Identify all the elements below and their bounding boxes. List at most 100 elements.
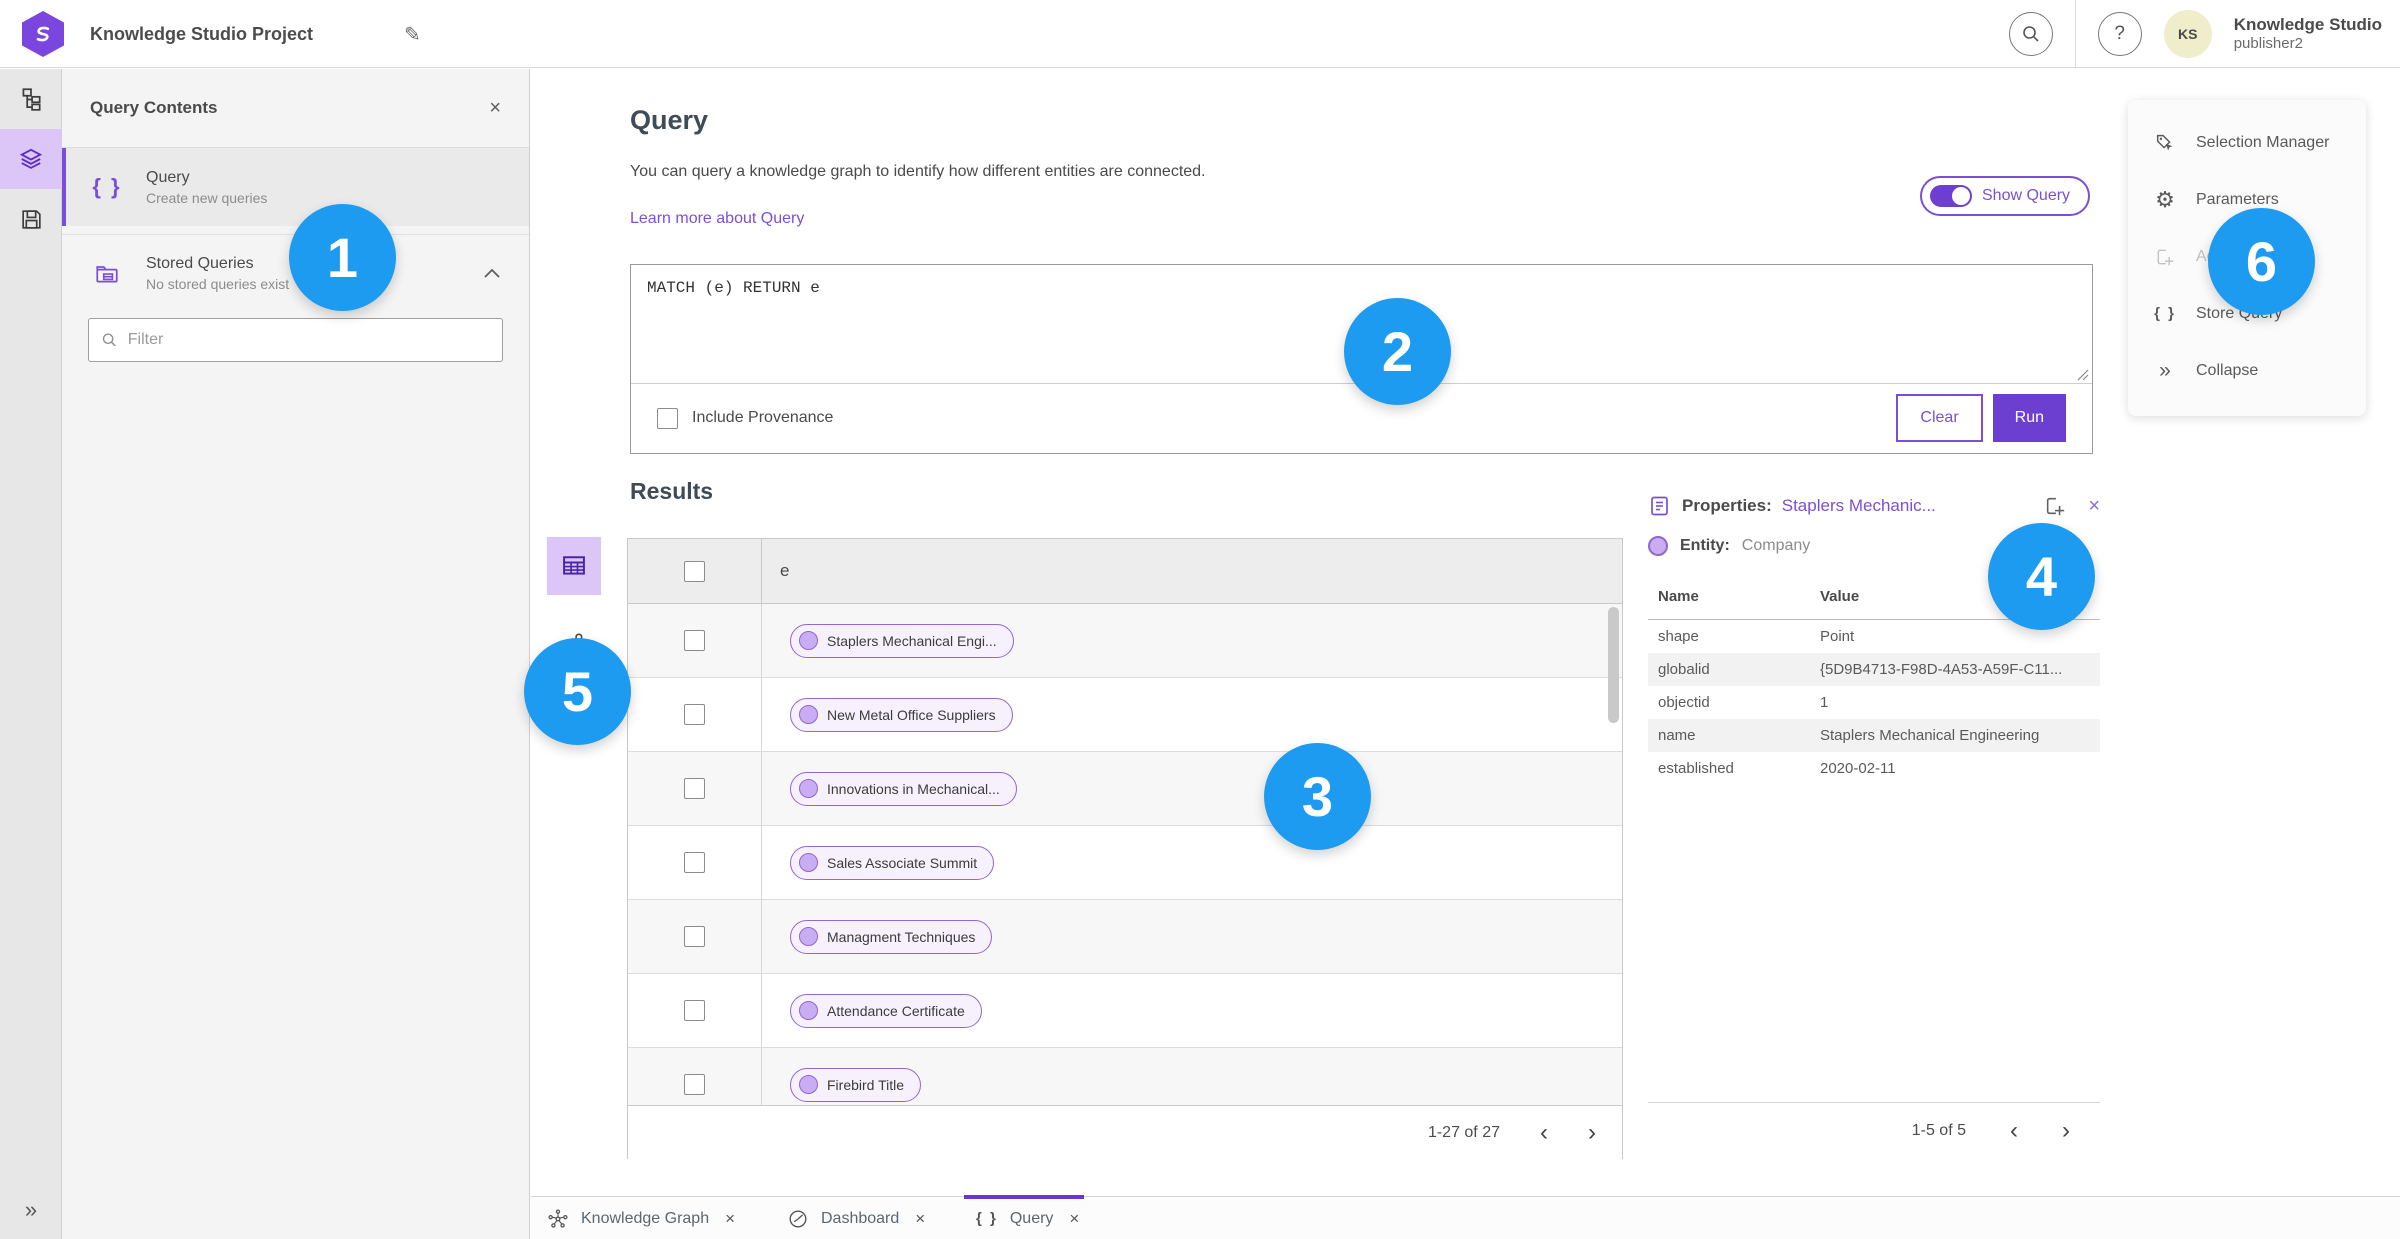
prop-name: name [1658, 727, 1696, 744]
row-checkbox[interactable] [684, 926, 705, 947]
knowledge-graph-icon [547, 1208, 569, 1230]
search-icon [2022, 26, 2039, 42]
action-label: Collapse [2196, 361, 2259, 379]
collapse-button[interactable]: » Collapse [2128, 342, 2366, 399]
edit-title-icon[interactable]: ✎ [404, 0, 421, 68]
stored-queries-label: Stored Queries [146, 255, 254, 272]
row-checkbox[interactable] [684, 704, 705, 725]
tab-knowledge-graph[interactable]: Knowledge Graph × [547, 1197, 735, 1239]
entity-pill[interactable]: Staplers Mechanical Engi... [790, 623, 1014, 658]
tab-query[interactable]: { } Query × [976, 1197, 1079, 1239]
close-tab-icon[interactable]: × [725, 1209, 735, 1229]
help-button[interactable]: ? [2097, 12, 2142, 56]
tab-label: Query [1009, 1209, 1054, 1227]
property-row[interactable]: established 2020-02-11 [1648, 752, 2100, 785]
learn-more-link[interactable]: Learn more about Query [630, 210, 804, 228]
annotation-badge-5: 5 [524, 638, 631, 745]
table-view-button[interactable] [547, 537, 601, 595]
table-row[interactable]: Attendance Certificate [628, 974, 1622, 1048]
help-icon: ? [2114, 23, 2125, 44]
chevron-right-icon[interactable]: › [1588, 1120, 1596, 1145]
property-row[interactable]: globalid {5D9B4713-F98D-4A53-A59F-C11... [1648, 653, 2100, 686]
entity-pill-label: Attendance Certificate [827, 1002, 965, 1019]
table-row[interactable]: Staplers Mechanical Engi... [628, 604, 1622, 678]
entity-pill[interactable]: Attendance Certificate [790, 993, 982, 1028]
close-panel-icon[interactable]: × [489, 98, 501, 118]
properties-label: Properties: [1682, 496, 1772, 515]
entity-pill[interactable]: Managment Techniques [790, 919, 993, 954]
close-tab-icon[interactable]: × [915, 1209, 925, 1229]
prop-name: objectid [1658, 694, 1710, 711]
clear-button[interactable]: Clear [1896, 394, 1983, 442]
search-button[interactable] [2008, 12, 2053, 56]
app-logo-icon[interactable] [22, 11, 64, 57]
add-to-link-chart-icon[interactable] [2044, 495, 2066, 517]
gear-icon: ⚙ [2155, 186, 2175, 212]
tab-label: Dashboard [821, 1209, 900, 1227]
avatar-initials: KS [2177, 26, 2198, 42]
table-row[interactable]: Sales Associate Summit [628, 826, 1622, 900]
filter-input[interactable] [127, 331, 490, 349]
entity-pill[interactable]: Firebird Title [790, 1067, 922, 1102]
entity-pill[interactable]: New Metal Office Suppliers [790, 697, 1013, 732]
property-row[interactable]: objectid 1 [1648, 686, 2100, 719]
table-row[interactable]: New Metal Office Suppliers [628, 678, 1622, 752]
annotation-badge-4: 4 [1988, 523, 2095, 630]
user-menu[interactable]: Knowledge Studio publisher2 [2234, 15, 2382, 53]
add-to-icon [2152, 247, 2178, 267]
table-row[interactable]: Managment Techniques [628, 900, 1622, 974]
row-checkbox[interactable] [684, 1074, 705, 1095]
annotation-badge-1: 1 [289, 204, 396, 311]
rail-item-save[interactable] [0, 189, 62, 249]
entity-dot-icon [799, 631, 818, 650]
prop-value: {5D9B4713-F98D-4A53-A59F-C11... [1820, 661, 2063, 678]
tab-label: Knowledge Graph [581, 1209, 710, 1227]
toggle-switch-icon[interactable] [1930, 185, 1972, 207]
property-row[interactable]: name Staplers Mechanical Engineering [1648, 719, 2100, 752]
query-description: You can query a knowledge graph to ident… [630, 163, 1206, 180]
expand-rail-icon[interactable]: » [0, 1187, 62, 1233]
row-checkbox[interactable] [684, 852, 705, 873]
chevron-right-icon[interactable]: › [2062, 1118, 2070, 1143]
rail-item-data-model[interactable] [0, 69, 62, 129]
table-scrollbar[interactable] [1608, 607, 1619, 723]
braces-icon: { } [92, 174, 122, 199]
stored-queries-sub: No stored queries exist [146, 276, 290, 292]
top-header: Knowledge Studio Project ✎ ? KS Knowledg… [0, 0, 2400, 68]
prop-col-name: Name [1658, 588, 1699, 605]
filter-field[interactable] [88, 318, 503, 362]
selection-manager-button[interactable]: Selection Manager [2128, 114, 2366, 171]
properties-page-range: 1-5 of 5 [1911, 1121, 1966, 1139]
close-properties-icon[interactable]: × [2088, 496, 2100, 516]
row-checkbox[interactable] [684, 778, 705, 799]
chevron-left-icon[interactable]: ‹ [1540, 1120, 1548, 1145]
select-all-checkbox[interactable] [684, 560, 705, 582]
filter-search-icon [102, 333, 116, 347]
avatar[interactable]: KS [2163, 10, 2212, 58]
annotation-badge-3: 3 [1264, 743, 1371, 850]
show-query-label: Show Query [1982, 187, 2071, 204]
entity-pill[interactable]: Sales Associate Summit [790, 845, 995, 880]
entity-pill[interactable]: Innovations in Mechanical... [790, 771, 1017, 806]
entity-pill-label: Sales Associate Summit [827, 854, 978, 871]
table-row[interactable]: Firebird Title [628, 1048, 1622, 1105]
close-tab-icon[interactable]: × [1069, 1209, 1079, 1229]
rail-item-contents[interactable] [0, 129, 62, 189]
row-checkbox[interactable] [684, 630, 705, 651]
entity-label: Entity: [1680, 537, 1730, 554]
show-query-toggle[interactable]: Show Query [1920, 176, 2091, 216]
chevron-left-icon[interactable]: ‹ [2010, 1118, 2018, 1143]
resize-handle-icon[interactable] [2077, 369, 2089, 381]
include-provenance-checkbox[interactable] [657, 407, 678, 429]
row-checkbox[interactable] [684, 1000, 705, 1021]
run-button[interactable]: Run [1992, 394, 2066, 442]
table-row[interactable]: Innovations in Mechanical... [628, 752, 1622, 826]
properties-entity-link[interactable]: Staplers Mechanic... [1782, 496, 1936, 516]
results-table: e Staplers Mechanical Engi... New Metal … [627, 538, 1623, 1159]
annotation-badge-6: 6 [2208, 208, 2315, 315]
sidebar-item-query[interactable]: { } Query Create new queries [62, 148, 529, 226]
tab-dashboard[interactable]: Dashboard × [787, 1197, 925, 1239]
prop-name: shape [1658, 628, 1699, 645]
collapse-section-icon[interactable] [483, 268, 501, 280]
layers-icon [19, 148, 43, 169]
